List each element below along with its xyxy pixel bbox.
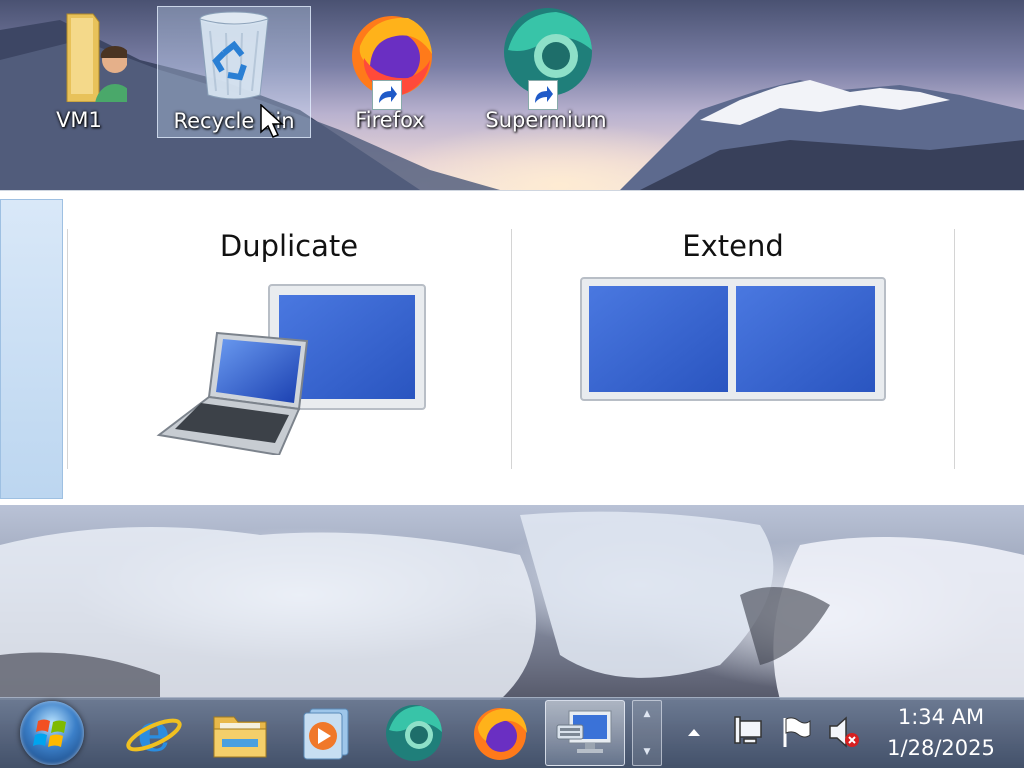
desktop-icon-label: Supermium	[485, 108, 607, 132]
taskbar-internet-explorer[interactable]: e	[114, 700, 194, 766]
desktop-icon-label: VM1	[56, 108, 102, 132]
internet-explorer-icon: e	[126, 703, 182, 763]
taskbar-scroll-buttons[interactable]: ▲ ▼	[632, 700, 662, 766]
taskbar-firefox[interactable]	[460, 700, 540, 766]
supermium-icon	[498, 6, 594, 110]
action-center-flag-icon[interactable]	[778, 714, 814, 750]
volume-muted-icon[interactable]	[826, 714, 862, 750]
recycle-bin-icon	[186, 7, 282, 103]
wallpaper-bottom	[0, 505, 1024, 700]
divider	[954, 229, 955, 469]
taskbar-media-player[interactable]	[286, 700, 366, 766]
desktop-icon-vm1[interactable]: VM1	[2, 6, 156, 138]
taskbar-supermium[interactable]	[374, 700, 454, 766]
shortcut-arrow-icon	[528, 80, 558, 110]
clock-date: 1/28/2025	[887, 736, 995, 760]
desktop-icon-recycle-bin[interactable]: Recycle Bin	[157, 6, 311, 138]
ice-shapes	[0, 511, 1024, 700]
clock-time: 1:34 AM	[897, 705, 985, 729]
display-projection-panel: Duplicate Extend	[0, 190, 1024, 508]
projection-option-partial[interactable]	[0, 199, 63, 499]
firefox-icon	[474, 708, 527, 760]
scroll-down-icon[interactable]: ▼	[633, 747, 661, 757]
taskbar-file-explorer[interactable]	[200, 700, 280, 766]
network-icon[interactable]	[730, 714, 766, 750]
projection-option-duplicate[interactable]: Duplicate	[68, 211, 510, 491]
user-folder-icon	[31, 6, 135, 106]
windows-logo-icon	[33, 719, 66, 747]
supermium-icon	[386, 705, 442, 761]
scroll-up-icon[interactable]: ▲	[633, 709, 661, 719]
firefox-icon	[342, 6, 438, 110]
file-explorer-icon	[213, 716, 267, 758]
duplicate-display-icon	[156, 284, 426, 455]
option-title: Duplicate	[219, 229, 359, 263]
system-clock[interactable]: 1:34 AM 1/28/2025	[874, 702, 1008, 766]
taskbar: e ▲ ▼ 1:34 AM 1/28/2025	[0, 697, 1024, 768]
desktop-icon-firefox[interactable]: Firefox	[313, 6, 467, 138]
shortcut-arrow-icon	[372, 80, 402, 110]
mouse-cursor-icon	[260, 104, 284, 138]
projector-display-icon	[556, 710, 612, 753]
desktop-icon-label: Firefox	[355, 108, 425, 132]
extend-display-icon	[580, 277, 886, 401]
desktop-screen: VM1 Recycle Bin Firefox Supermium Duplic…	[0, 0, 1024, 768]
media-player-icon	[303, 708, 349, 760]
projection-option-extend[interactable]: Extend	[512, 211, 954, 491]
start-button[interactable]	[20, 701, 84, 765]
show-hidden-icons-arrow[interactable]	[676, 714, 712, 750]
option-title: Extend	[682, 229, 784, 263]
taskbar-display-projection[interactable]	[545, 700, 625, 766]
desktop-icon-supermium[interactable]: Supermium	[469, 6, 623, 138]
